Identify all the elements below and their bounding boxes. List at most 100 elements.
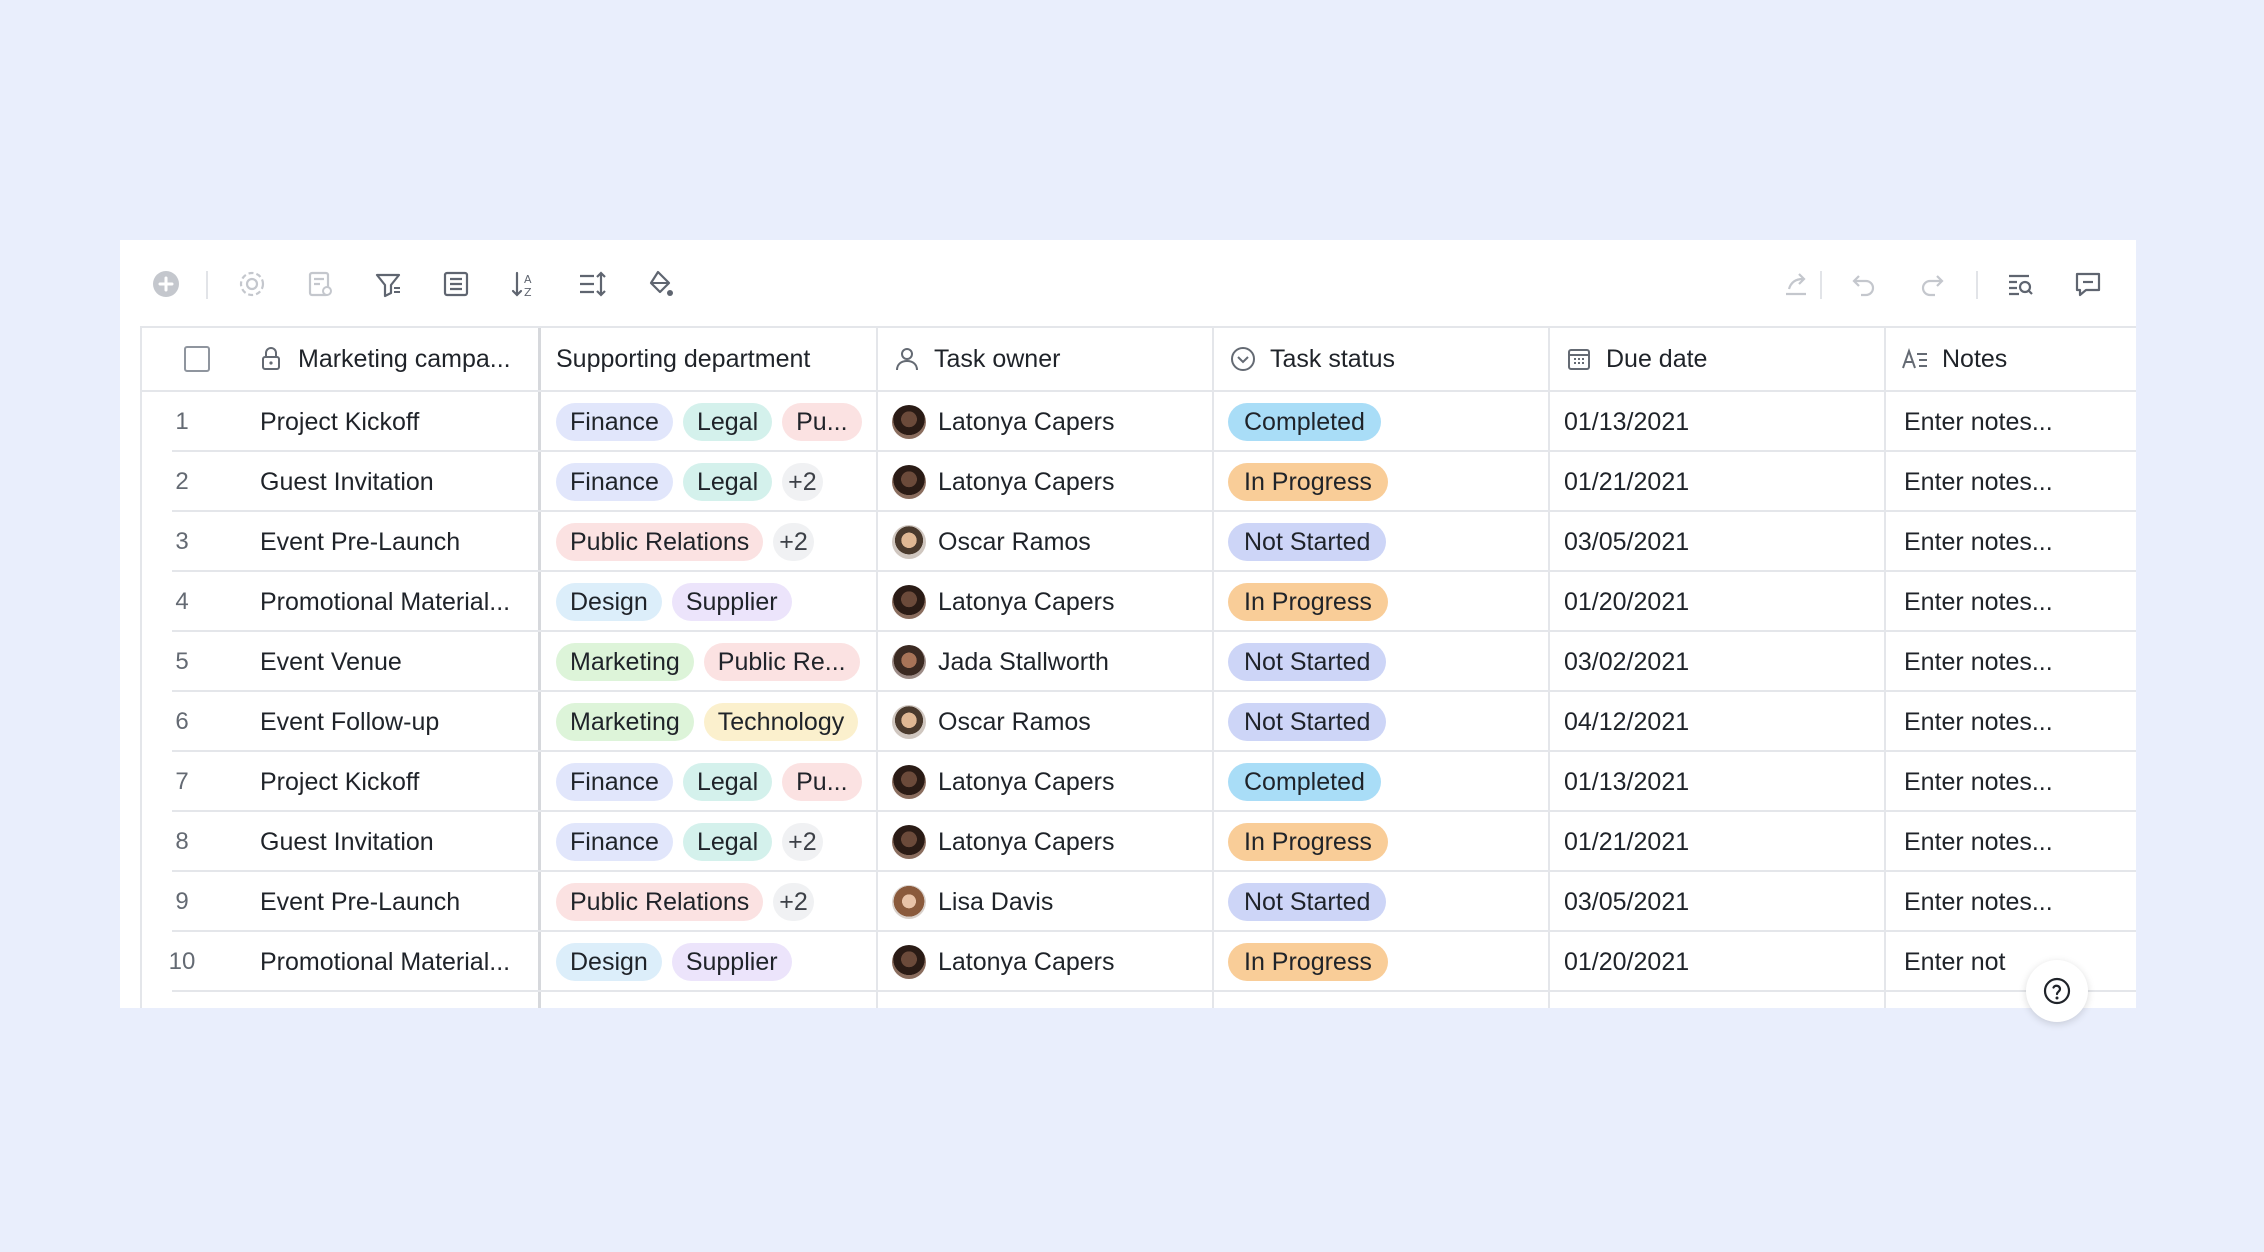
owner-cell[interactable]: Latonya Capers — [892, 812, 1210, 872]
table-row[interactable]: 9 Event Pre-Launch Public Relations +2 Li… — [142, 872, 2136, 932]
more-tags-count[interactable]: +2 — [773, 523, 814, 561]
department-cell[interactable]: Finance Legal +2 — [556, 812, 874, 872]
campaign-cell[interactable]: Promotional Material... — [260, 932, 536, 992]
owner-cell[interactable]: Latonya Capers — [892, 752, 1210, 812]
owner-cell[interactable]: Oscar Ramos — [892, 692, 1210, 752]
owner-cell[interactable]: Latonya Capers — [892, 932, 1210, 992]
notes-cell[interactable]: Enter notes... — [1904, 752, 2140, 812]
owner-cell[interactable]: Latonya Capers — [892, 572, 1210, 632]
status-cell[interactable]: In Progress — [1228, 572, 1546, 632]
campaign-cell[interactable]: Project Kickoff — [260, 392, 536, 452]
form-icon[interactable] — [298, 262, 342, 306]
department-tag: Pu... — [782, 763, 862, 801]
notes-cell[interactable]: Enter notes... — [1904, 692, 2140, 752]
department-cell[interactable]: Finance Legal +2 — [556, 452, 874, 512]
due-date-cell[interactable]: 01/13/2021 — [1564, 752, 1882, 812]
table-row[interactable]: 4 Promotional Material... Design Supplier… — [142, 572, 2136, 632]
due-date-cell[interactable]: 01/21/2021 — [1564, 452, 1882, 512]
campaign-cell[interactable]: Guest Invitation — [260, 812, 536, 872]
comment-icon[interactable] — [2066, 262, 2110, 306]
help-button[interactable] — [2026, 960, 2088, 1022]
department-cell[interactable]: Marketing Public Re... — [556, 632, 874, 692]
due-date-cell[interactable]: 01/21/2021 — [1564, 812, 1882, 872]
add-icon[interactable] — [144, 262, 188, 306]
department-tag: Finance — [556, 823, 673, 861]
due-date-cell[interactable]: 04/12/2021 — [1564, 692, 1882, 752]
table-row[interactable]: 1 Project Kickoff Finance Legal Pu... Lato… — [142, 392, 2136, 452]
owner-cell[interactable]: Oscar Ramos — [892, 512, 1210, 572]
campaign-cell[interactable]: Guest Invitation — [260, 452, 536, 512]
column-header-owner[interactable]: Task owner — [892, 328, 1210, 390]
table-row[interactable]: 7 Project Kickoff Finance Legal Pu... Lato… — [142, 752, 2136, 812]
table-row[interactable]: 5 Event Venue Marketing Public Re... Jada… — [142, 632, 2136, 692]
notes-cell[interactable]: Enter notes... — [1904, 452, 2140, 512]
more-tags-count[interactable]: +2 — [773, 883, 814, 921]
status-cell[interactable]: In Progress — [1228, 932, 1546, 992]
table-row[interactable]: 3 Event Pre-Launch Public Relations +2 Os… — [142, 512, 2136, 572]
table-row[interactable]: 8 Guest Invitation Finance Legal +2 Latony… — [142, 812, 2136, 872]
notes-cell[interactable]: Enter notes... — [1904, 632, 2140, 692]
campaign-cell[interactable]: Event Pre-Launch — [260, 512, 536, 572]
owner-cell[interactable]: Latonya Capers — [892, 392, 1210, 452]
department-cell[interactable]: Design Supplier — [556, 572, 874, 632]
department-cell[interactable]: Finance Legal Pu... — [556, 392, 874, 452]
status-cell[interactable]: Completed — [1228, 752, 1546, 812]
due-date-cell[interactable]: 01/13/2021 — [1564, 392, 1882, 452]
filter-icon[interactable] — [366, 262, 410, 306]
due-date-cell[interactable]: 03/02/2021 — [1564, 632, 1882, 692]
column-header-status[interactable]: Task status — [1228, 328, 1546, 390]
settings-icon[interactable] — [230, 262, 274, 306]
notes-cell[interactable]: Enter notes... — [1904, 572, 2140, 632]
search-icon[interactable] — [1998, 262, 2042, 306]
status-cell[interactable]: Not Started — [1228, 632, 1546, 692]
notes-cell[interactable]: Enter notes... — [1904, 812, 2140, 872]
column-header-notes[interactable]: Notes — [1900, 328, 2140, 390]
department-cell[interactable]: Marketing Technology — [556, 692, 874, 752]
table-row[interactable]: 10 Promotional Material... Design Supplie… — [142, 932, 2136, 992]
fill-color-icon[interactable] — [638, 262, 682, 306]
campaign-cell[interactable]: Promotional Material... — [260, 572, 536, 632]
owner-cell[interactable]: Latonya Capers — [892, 452, 1210, 512]
department-tag: Public Re... — [703, 643, 860, 681]
status-cell[interactable]: Not Started — [1228, 692, 1546, 752]
notes-cell[interactable]: Enter notes... — [1904, 392, 2140, 452]
redo-icon[interactable] — [1910, 262, 1954, 306]
status-cell[interactable]: Completed — [1228, 392, 1546, 452]
owner-cell[interactable]: Lisa Davis — [892, 872, 1210, 932]
table-row[interactable]: 2 Guest Invitation Finance Legal +2 Latony… — [142, 452, 2136, 512]
status-cell[interactable]: In Progress — [1228, 452, 1546, 512]
share-icon[interactable] — [1774, 262, 1818, 306]
owner-cell[interactable]: Jada Stallworth — [892, 632, 1210, 692]
notes-cell[interactable]: Enter not — [1904, 932, 2140, 992]
due-date: 03/05/2021 — [1564, 527, 1690, 556]
due-date-cell[interactable]: 03/05/2021 — [1564, 872, 1882, 932]
notes-cell[interactable]: Enter notes... — [1904, 512, 2140, 572]
campaign-cell[interactable]: Event Follow-up — [260, 692, 536, 752]
due-date-cell[interactable]: 01/20/2021 — [1564, 932, 1882, 992]
column-header-department[interactable]: Supporting department — [556, 328, 874, 390]
group-icon[interactable] — [434, 262, 478, 306]
row-height-icon[interactable] — [570, 262, 614, 306]
select-all-checkbox[interactable] — [184, 328, 224, 390]
status-cell[interactable]: In Progress — [1228, 812, 1546, 872]
undo-icon[interactable] — [1842, 262, 1886, 306]
notes-cell[interactable]: Enter notes... — [1904, 872, 2140, 932]
status-cell[interactable]: Not Started — [1228, 512, 1546, 572]
campaign-cell[interactable]: Event Pre-Launch — [260, 872, 536, 932]
sort-icon[interactable]: AZ — [502, 262, 546, 306]
table-row[interactable]: 6 Event Follow-up Marketing Technology Os… — [142, 692, 2136, 752]
campaign-cell[interactable]: Project Kickoff — [260, 752, 536, 812]
notes-placeholder: Enter notes... — [1904, 407, 2053, 436]
status-cell[interactable]: Not Started — [1228, 872, 1546, 932]
department-cell[interactable]: Public Relations +2 — [556, 872, 874, 932]
campaign-cell[interactable]: Event Venue — [260, 632, 536, 692]
column-header-campaign[interactable]: Marketing campa... — [256, 328, 536, 390]
column-header-due-date[interactable]: Due date — [1564, 328, 1882, 390]
more-tags-count[interactable]: +2 — [782, 463, 823, 501]
more-tags-count[interactable]: +2 — [782, 823, 823, 861]
department-cell[interactable]: Finance Legal Pu... — [556, 752, 874, 812]
department-cell[interactable]: Design Supplier — [556, 932, 874, 992]
due-date-cell[interactable]: 03/05/2021 — [1564, 512, 1882, 572]
department-cell[interactable]: Public Relations +2 — [556, 512, 874, 572]
due-date-cell[interactable]: 01/20/2021 — [1564, 572, 1882, 632]
